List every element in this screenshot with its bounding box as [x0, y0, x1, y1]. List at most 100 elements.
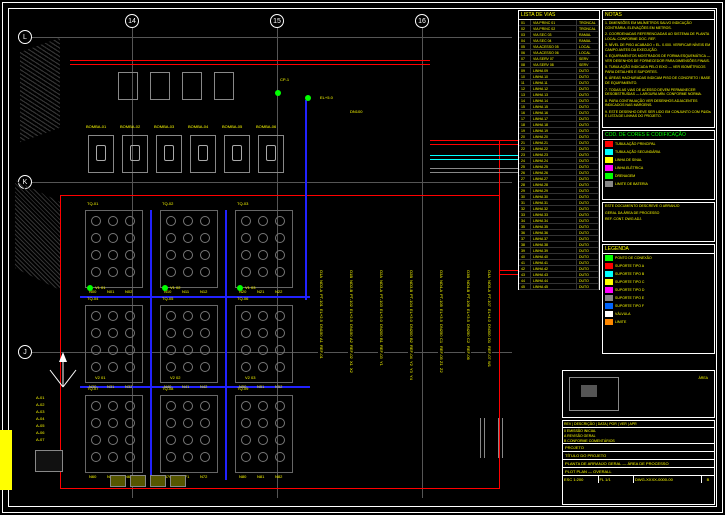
tank-3-0-0: [91, 311, 101, 321]
tank-1-3-1: [183, 267, 193, 277]
tank-0-0-0: [91, 216, 101, 226]
tank-2-2-1: [258, 250, 268, 260]
tag-mid-2: V1 02: [170, 286, 180, 290]
panel-lista: LISTA DE VIAS 01VIA PRINC 01TRONCAL02VIA…: [518, 10, 600, 290]
pipe-main-h: [60, 195, 500, 196]
tag-top-2: EL+5.0: [320, 96, 333, 100]
tank-2-2-0: [241, 250, 251, 260]
tank-4-0-0: [166, 311, 176, 321]
tankbank-label-2: TQ-03: [237, 202, 248, 206]
tank-6-2-0: [91, 435, 101, 445]
tank-8-3-1: [258, 452, 268, 462]
tankbank-label-0: TQ-01: [87, 202, 98, 206]
pipe-main-h2: [60, 488, 500, 489]
tank-8-0-1: [258, 401, 268, 411]
tank-8-1-2: [275, 418, 285, 428]
tankbank-label-8: TQ-09: [237, 387, 248, 391]
tank-1-2-1: [183, 250, 193, 260]
tanktag-7-2: N72: [200, 475, 207, 479]
tank-2-1-2: [275, 233, 285, 243]
tank-1-0-0: [166, 216, 176, 226]
tanktag-2-1: N21: [257, 290, 264, 294]
tank-5-2-2: [275, 345, 285, 355]
tank-5-3-2: [275, 362, 285, 372]
vcol-3: O2BNO3-BPT-104EL+3.0DN200B2REF-04Y2Y3Y4: [408, 270, 414, 380]
vcol-1: O1BNO2-BPT-102EL+2.5DN150A2REF-02X1X2: [348, 270, 354, 373]
tank-5-1-1: [258, 328, 268, 338]
tanktag-3-1: N31: [107, 385, 114, 389]
panel-lista-title: LISTA DE VIAS: [519, 11, 599, 20]
pipe-out1: [430, 140, 525, 141]
lista-row: 45LINHA 45DUTO: [519, 284, 599, 290]
tankbank-label-3: TQ-04: [87, 297, 98, 301]
pipe-top2: [70, 64, 430, 65]
tank-2-3-1: [258, 267, 268, 277]
marker-2: [305, 95, 311, 101]
tag-top-3: DN100: [350, 110, 362, 114]
equip-bl-2: [110, 475, 126, 487]
codigo-line: LIMITE DE BATERIA: [603, 180, 714, 188]
tb-dwg: DWG-XXXX-0000-00: [634, 476, 702, 483]
axis-top-16: 16: [415, 14, 429, 28]
tank-3-2-2: [125, 345, 135, 355]
tank-5-3-0: [241, 362, 251, 372]
axis-left-L: L: [18, 30, 32, 44]
tank-2-0-2: [275, 216, 285, 226]
nota-line: 7. TODAS AS VIAS DE ACESSO DEVEM PERMANE…: [603, 87, 714, 98]
tank-0-2-0: [91, 250, 101, 260]
tank-5-2-0: [241, 345, 251, 355]
tank-4-3-2: [200, 362, 210, 372]
tank-1-2-0: [166, 250, 176, 260]
pump-label-3: BOMBA-04: [188, 125, 208, 129]
pipe-blue-v2: [225, 210, 227, 480]
marker-1: [275, 90, 281, 96]
tank-3-3-2: [125, 362, 135, 372]
tank-3-2-1: [108, 345, 118, 355]
tank-0-1-2: [125, 233, 135, 243]
legenda-line: SUPORTE TIPO A: [603, 262, 714, 270]
tank-1-2-2: [200, 250, 210, 260]
tank-2-0-1: [258, 216, 268, 226]
tag-top-1: CP-1: [280, 78, 289, 82]
tank-0-3-0: [91, 267, 101, 277]
tank-8-2-1: [258, 435, 268, 445]
tank-6-1-1: [108, 418, 118, 428]
tb-rev: B: [702, 476, 714, 483]
tb-title2: PLANTA DE ARRANJO GERAL — ÁREA DE PROCES…: [563, 460, 714, 468]
keyplan: ÁREA: [562, 370, 715, 418]
tank-5-0-2: [275, 311, 285, 321]
tanktag-1-2: N12: [200, 290, 207, 294]
tank-8-2-0: [241, 435, 251, 445]
tanktag-8-2: N82: [275, 475, 282, 479]
tanktag-0-1: N01: [107, 290, 114, 294]
tank-7-3-1: [183, 452, 193, 462]
pipe-main-v2: [499, 140, 500, 489]
gridline-h2: [32, 182, 512, 183]
pipe-out2: [430, 144, 525, 145]
tanktag-0-2: N02: [125, 290, 132, 294]
tank-6-1-2: [125, 418, 135, 428]
axis-top-14: 14: [125, 14, 139, 28]
panel-legenda-title: LEGENDA: [603, 245, 714, 254]
tank-0-0-1: [108, 216, 118, 226]
rev-row: B CONFORME COMENTÁRIOS: [563, 438, 714, 443]
tankbank-label-1: TQ-02: [162, 202, 173, 206]
tag-mid-5: V2 02: [170, 376, 180, 380]
tankbank-label-7: TQ-08: [162, 387, 173, 391]
tank-4-3-1: [183, 362, 193, 372]
tank-0-3-2: [125, 267, 135, 277]
pump-label-2: BOMBA-03: [154, 125, 174, 129]
titleblock: REV | DESCRIÇÃO | DATA | POR | VER | APR…: [562, 420, 715, 505]
tank-4-3-0: [166, 362, 176, 372]
pipe-blue-h1: [80, 296, 310, 298]
panel-codigo-title: COD. DE CORES E CODIFICAÇÃO: [603, 131, 714, 140]
nota-line: 5. TUBULAÇÃO INDICADA PELO EIXO — VER IS…: [603, 64, 714, 75]
tank-2-1-1: [258, 233, 268, 243]
tanktag-1-1: N11: [182, 290, 189, 294]
equip-upper-1: [118, 72, 138, 100]
tank-1-0-2: [200, 216, 210, 226]
pump-label-1: BOMBA-02: [120, 125, 140, 129]
legenda-line: VÁLVULA: [603, 310, 714, 318]
vcol-5: O3BNO4-BPT-106EL+3.5DN250C2REF-06: [465, 270, 471, 359]
legenda-line: SUPORTE TIPO E: [603, 294, 714, 302]
